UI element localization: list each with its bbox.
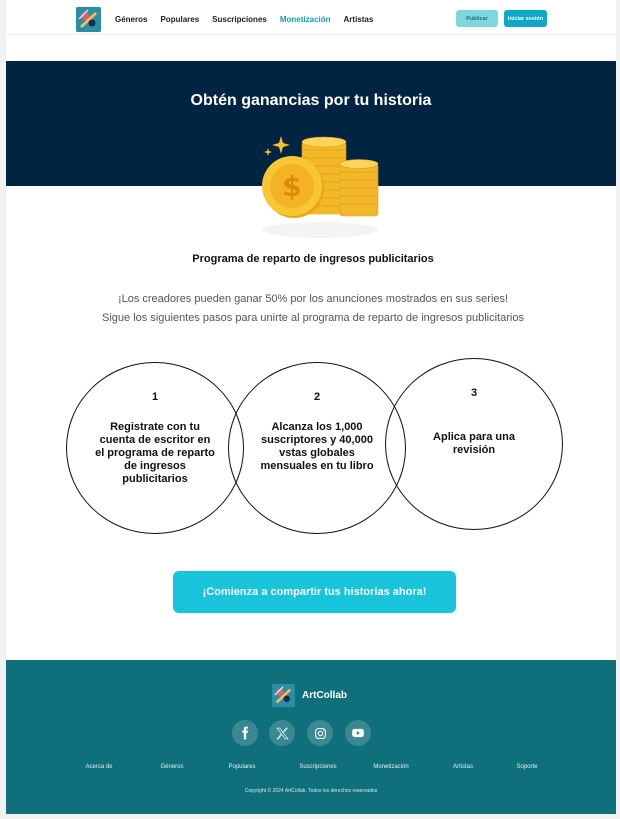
top-navbar: Géneros Populares Suscripciones Monetiza…: [6, 4, 616, 35]
footer: ArtCollab Acerca de Géneros Populares Su…: [6, 660, 616, 814]
nav-monetizacion[interactable]: Monetización: [280, 15, 331, 24]
artcollab-logo[interactable]: [76, 7, 101, 32]
footer-link-artistas[interactable]: Artistas: [453, 764, 473, 770]
facebook-icon[interactable]: [232, 720, 258, 746]
footer-logo[interactable]: [272, 684, 295, 707]
youtube-icon[interactable]: [345, 720, 371, 746]
footer-link-populares[interactable]: Populares: [228, 764, 255, 770]
svg-text:$: $: [282, 170, 301, 203]
step-2-text: Alcanza los 1,000 suscriptores y 40,000 …: [260, 421, 374, 472]
footer-link-monetizacion[interactable]: Monetización: [373, 764, 408, 770]
instagram-icon[interactable]: [307, 720, 333, 746]
main-nav: Géneros Populares Suscripciones Monetiza…: [115, 15, 373, 24]
coins-illustration: $: [262, 136, 379, 238]
x-icon[interactable]: [269, 720, 295, 746]
nav-generos[interactable]: Géneros: [115, 15, 147, 24]
footer-link-soporte[interactable]: Soporte: [516, 764, 537, 770]
step-3-circle: 3 Aplica para una revisión: [385, 358, 563, 530]
nav-populares[interactable]: Populares: [160, 15, 199, 24]
nav-suscripciones[interactable]: Suscripciones: [212, 15, 267, 24]
step-2-circle: 2 Alcanza los 1,000 suscriptores y 40,00…: [228, 362, 406, 534]
step-1-text: Registrate con tu cuenta de escritor en …: [95, 421, 215, 485]
start-sharing-button[interactable]: ¡Comienza a compartir tus historias ahor…: [173, 571, 456, 613]
page: Géneros Populares Suscripciones Monetiza…: [6, 0, 616, 814]
hero-title: Obtén ganancias por tu historia: [190, 92, 432, 109]
program-description-line1: ¡Los creadores pueden ganar 50% por los …: [117, 293, 509, 305]
footer-link-generos[interactable]: Géneros: [160, 764, 183, 770]
step-2-number: 2: [313, 391, 321, 403]
program-title: Programa de reparto de ingresos publicit…: [192, 253, 434, 265]
login-button[interactable]: Iniciar sesión: [504, 10, 547, 27]
program-description-line2: Sigue los siguientes pasos para unirte a…: [102, 312, 524, 324]
nav-artistas[interactable]: Artistas: [344, 15, 374, 24]
step-3-text: Aplica para una revisión: [433, 431, 515, 456]
step-3-number: 3: [470, 387, 478, 399]
footer-link-acerca[interactable]: Acerca de: [85, 764, 112, 770]
copyright-text: Copyright © 2024 ArtCollab. Todos los de…: [244, 788, 378, 794]
footer-brand: ArtCollab: [302, 690, 347, 701]
step-1-number: 1: [151, 391, 159, 403]
footer-link-suscripciones[interactable]: Suscripciones: [299, 764, 336, 770]
publish-button[interactable]: Publicar: [456, 10, 498, 27]
step-1-circle: 1 Registrate con tu cuenta de escritor e…: [66, 362, 244, 534]
